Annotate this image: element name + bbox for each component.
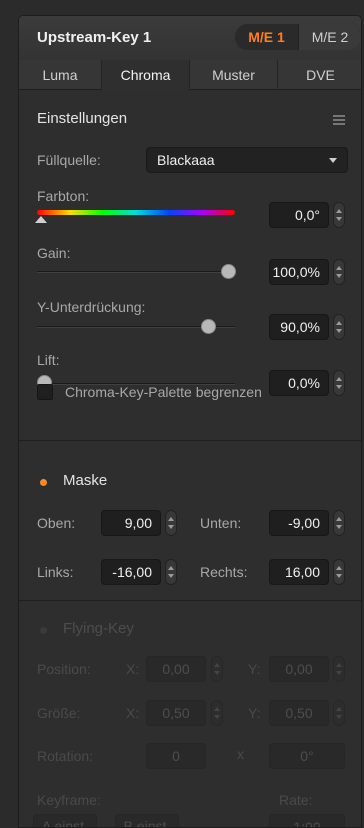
fill-source-value: Blackaaa [157,152,215,168]
rotation-x-label: x [237,746,244,762]
tab-muster[interactable]: Muster [189,60,277,90]
me1-button[interactable]: M/E 1 [235,24,298,50]
lift-label: Lift: [37,352,60,368]
position-y-stepper[interactable] [333,656,345,682]
limit-palette-checkbox[interactable] [37,384,53,400]
position-x-label: X: [126,661,140,677]
position-x-stepper[interactable] [211,656,223,682]
hue-slider-thumb[interactable] [35,216,47,223]
y-suppression-stepper[interactable] [333,314,345,340]
gain-value-field[interactable]: 100,0% [269,259,329,285]
y-suppression-value-field[interactable]: 90,0% [269,314,329,340]
mask-bottom-stepper[interactable] [333,510,345,536]
limit-palette-label: Chroma-Key-Palette begrenzen [65,384,262,400]
set-a-button[interactable]: A einst. [33,814,97,827]
mask-left-label: Links: [37,564,74,580]
mask-left-stepper[interactable] [165,559,177,585]
rotation-degrees-field[interactable]: 0° [269,743,345,769]
y-suppression-slider-thumb[interactable] [201,319,216,334]
panel-header: Upstream-Key 1 M/E 1 M/E 2 [19,16,361,60]
mask-bottom-field[interactable]: -9,00 [269,510,329,536]
mask-bottom-label: Unten: [200,515,242,531]
flying-key-title: Flying-Key [63,620,134,637]
gain-slider-thumb[interactable] [221,264,236,279]
rate-field[interactable]: 1:00 [269,814,345,827]
size-x-label: X: [126,705,140,721]
mask-title: Maske [63,472,108,489]
me2-button[interactable]: M/E 2 [298,24,361,50]
mask-top-field[interactable]: 9,00 [101,510,161,536]
y-suppression-label: Y-Unterdrückung: [37,299,146,315]
mask-right-field[interactable]: 16,00 [269,559,329,585]
lift-stepper[interactable] [333,370,345,396]
lift-value-field[interactable]: 0,0% [269,370,329,396]
set-b-button[interactable]: B einst. [115,814,179,827]
hue-spectrum-slider[interactable] [37,210,235,215]
position-label: Position: [37,661,91,677]
settings-title: Einstellungen [37,110,128,127]
key-type-tabs: Luma Chroma Muster DVE [19,60,361,90]
panel-title: Upstream-Key 1 [37,29,152,46]
size-label: Größe: [37,705,81,721]
size-x-field[interactable]: 0,50 [146,700,206,726]
section-divider [19,600,361,601]
mask-right-label: Rechts: [200,564,248,580]
chevron-down-icon [329,158,337,163]
upstream-key-panel: Upstream-Key 1 M/E 1 M/E 2 Luma Chroma M… [18,15,362,828]
mask-top-stepper[interactable] [165,510,177,536]
me-selector: M/E 1 M/E 2 [235,24,361,50]
hue-label: Farbton: [37,188,90,204]
rate-label: Rate: [279,792,313,808]
tab-chroma[interactable]: Chroma [101,60,189,90]
rotation-label: Rotation: [37,748,94,764]
mask-enable-indicator[interactable] [40,479,47,486]
gain-label: Gain: [37,245,71,261]
position-y-label: Y: [248,661,261,677]
fill-source-label: Füllquelle: [37,152,101,168]
tab-dve[interactable]: DVE [277,60,361,90]
flying-key-enable-indicator[interactable] [40,627,47,634]
tab-luma[interactable]: Luma [19,60,101,90]
rotation-value-field[interactable]: 0 [146,743,206,769]
hue-value-field[interactable]: 0,0° [269,202,329,228]
hue-stepper[interactable] [333,202,345,228]
mask-right-stepper[interactable] [333,559,345,585]
mask-left-field[interactable]: -16,00 [101,559,161,585]
position-y-field[interactable]: 0,00 [269,656,329,682]
fill-source-dropdown[interactable]: Blackaaa [146,147,348,173]
menu-icon[interactable] [333,115,345,125]
size-x-stepper[interactable] [211,700,223,726]
keyframe-label: Keyframe: [37,792,101,808]
position-x-field[interactable]: 0,00 [146,656,206,682]
size-y-label: Y: [248,705,261,721]
gain-slider-track[interactable] [37,271,235,273]
section-divider [19,440,361,441]
size-y-field[interactable]: 0,50 [269,700,329,726]
size-y-stepper[interactable] [333,700,345,726]
mask-top-label: Oben: [37,515,76,531]
gain-stepper[interactable] [333,259,345,285]
